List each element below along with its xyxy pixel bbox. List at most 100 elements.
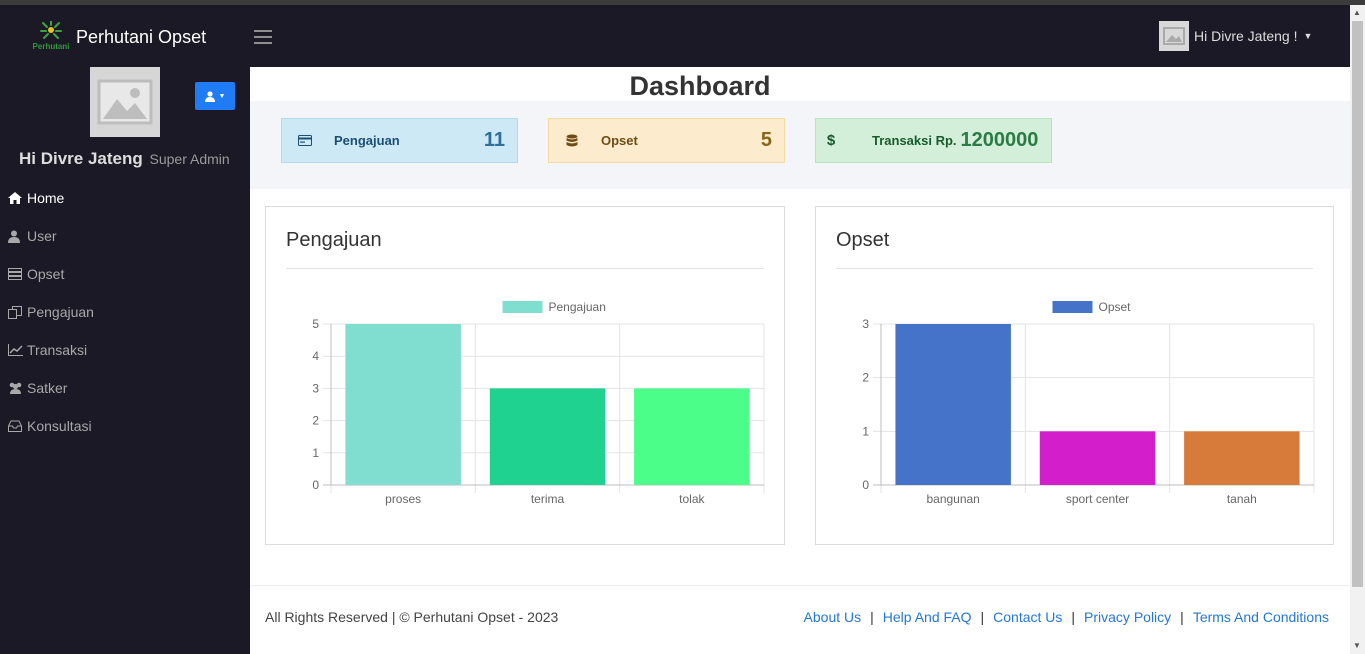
top-navbar: Perhutani Perhutani Opset Hi Divre Jaten… [0,5,1350,67]
users-icon [8,381,24,395]
y-tick-label: 3 [312,381,319,395]
perhutani-logo: Perhutani [30,21,72,53]
card-divider [836,268,1313,269]
sidebar-item-home[interactable]: Home [0,179,250,217]
footer-copyright: All Rights Reserved | © Perhutani Opset … [265,609,559,625]
card-icon [282,135,328,146]
sidebar: ▼ Hi Divre Jateng Super Admin Home User … [0,67,250,654]
copy-icon [8,305,24,319]
brand[interactable]: Perhutani Perhutani Opset [30,21,206,53]
legend-swatch[interactable] [1052,301,1093,313]
stat-value: 5 [760,129,772,151]
x-tick-label: sport center [1066,492,1129,506]
bar-terima[interactable] [489,388,606,485]
y-tick-label: 4 [312,349,319,363]
app-title: Perhutani Opset [76,26,207,47]
x-tick-label: tanah [1227,492,1257,506]
user-greeting: Hi Divre Jateng ! [1194,28,1298,44]
stat-label: Pengajuan [334,133,400,148]
image-placeholder-icon [97,79,153,125]
y-tick-label: 1 [312,446,319,460]
inbox-icon [8,419,24,433]
profile-avatar [90,67,160,137]
caret-down-icon: ▼ [1303,31,1313,41]
stat-label: Transaksi Rp. [872,133,957,148]
sidebar-role: Super Admin [149,151,230,167]
sidebar-item-konsultasi[interactable]: Konsultasi [0,407,250,445]
dollar-icon: $ [826,132,836,149]
y-tick-label: 2 [862,371,869,385]
x-tick-label: tolak [679,492,705,506]
bar-sport-center[interactable] [1039,431,1156,485]
card-divider [286,268,764,269]
sidebar-username: Hi Divre Jateng [19,149,143,168]
sidebar-item-pengajuan[interactable]: Pengajuan [0,293,250,331]
leaf-logo-icon [40,21,62,39]
footer-link-privacy-policy[interactable]: Privacy Policy [1084,609,1171,625]
legend-label[interactable]: Pengajuan [549,300,606,314]
stats-band: Pengajuan 11 Opset 5 $ Transaksi Rp. 120… [250,101,1350,189]
sidebar-item-label: Satker [27,380,68,396]
sidebar-item-label: Transaksi [27,342,88,358]
scrollbar[interactable]: ▲ ▼ [1350,5,1365,654]
sidebar-item-transaksi[interactable]: Transaksi [0,331,250,369]
legend-swatch[interactable] [502,301,543,313]
x-tick-label: terima [531,492,565,506]
bar-tolak[interactable] [634,388,750,485]
sidebar-item-user[interactable]: User [0,217,250,255]
sidebar-item-label: Opset [27,266,65,282]
scroll-down-icon[interactable]: ▼ [1353,641,1361,650]
card-title: Opset [836,229,890,251]
image-placeholder-icon [1163,27,1185,45]
stat-value: 1200000 [960,129,1039,151]
card-title: Pengajuan [286,229,382,251]
user-dropdown[interactable]: Hi Divre Jateng ! ▼ [1159,21,1312,51]
caret-down-icon: ▼ [218,92,226,100]
y-tick-label: 2 [312,414,319,428]
stat-opset[interactable]: Opset 5 [548,118,785,163]
footer-link-help-and-faq[interactable]: Help And FAQ [883,609,972,625]
line-chart-icon [8,343,24,357]
sidebar-item-label: Home [27,190,65,206]
footer-link-about-us[interactable]: About Us [804,609,862,625]
footer-separator: | [1071,609,1076,625]
footer-separator: | [1180,609,1184,625]
avatar [1159,21,1189,51]
footer-link-terms-and-conditions[interactable]: Terms And Conditions [1193,609,1329,625]
legend-label[interactable]: Opset [1099,300,1132,314]
opset-bar-chart: Opset 0 1 2 3 bangunan sport center tanah [862,300,1315,506]
footer-divider [250,585,1350,586]
y-tick-label: 0 [312,478,319,492]
bar-proses[interactable] [345,324,461,485]
sidebar-item-label: Pengajuan [27,304,94,320]
chart-card-pengajuan: Pengajuan Pengajuan 0 1 2 3 4 5 proses terima tol… [265,206,785,545]
footer-links: About Us | Help And FAQ | Contact Us | Privacy… [804,609,1329,625]
database-icon [549,134,595,148]
main-content: Dashboard Pengajuan 11 Opset 5 $ Transak… [250,67,1350,654]
profile-menu-button[interactable]: ▼ [195,82,235,110]
footer-link-contact-us[interactable]: Contact Us [993,609,1062,625]
page-title: Dashboard [629,71,771,101]
user-icon [8,229,24,243]
stat-value: 11 [483,129,505,151]
stat-label: Opset [601,133,638,148]
logo-text: Perhutani [32,42,70,51]
sidebar-item-label: Konsultasi [27,418,92,434]
x-tick-label: proses [385,492,421,506]
server-icon [8,267,24,281]
stat-transaksi[interactable]: $ Transaksi Rp. 1200000 [815,118,1052,163]
bar-bangunan[interactable] [895,324,1011,485]
sidebar-item-label: User [27,228,57,244]
sidebar-item-opset[interactable]: Opset [0,255,250,293]
bar-tanah[interactable] [1184,431,1300,485]
stat-pengajuan[interactable]: Pengajuan 11 [281,118,518,163]
chart-card-opset: Opset Opset 0 1 2 3 bangunan sport center tanah [815,206,1334,545]
scrollbar-thumb[interactable] [1352,21,1363,587]
y-tick-label: 0 [862,478,869,492]
sidebar-toggle-icon[interactable] [254,30,272,46]
x-tick-label: bangunan [926,492,979,506]
footer-separator: | [870,609,874,625]
scroll-up-icon[interactable]: ▲ [1353,8,1361,17]
y-tick-label: 3 [862,317,869,331]
sidebar-item-satker[interactable]: Satker [0,369,250,407]
